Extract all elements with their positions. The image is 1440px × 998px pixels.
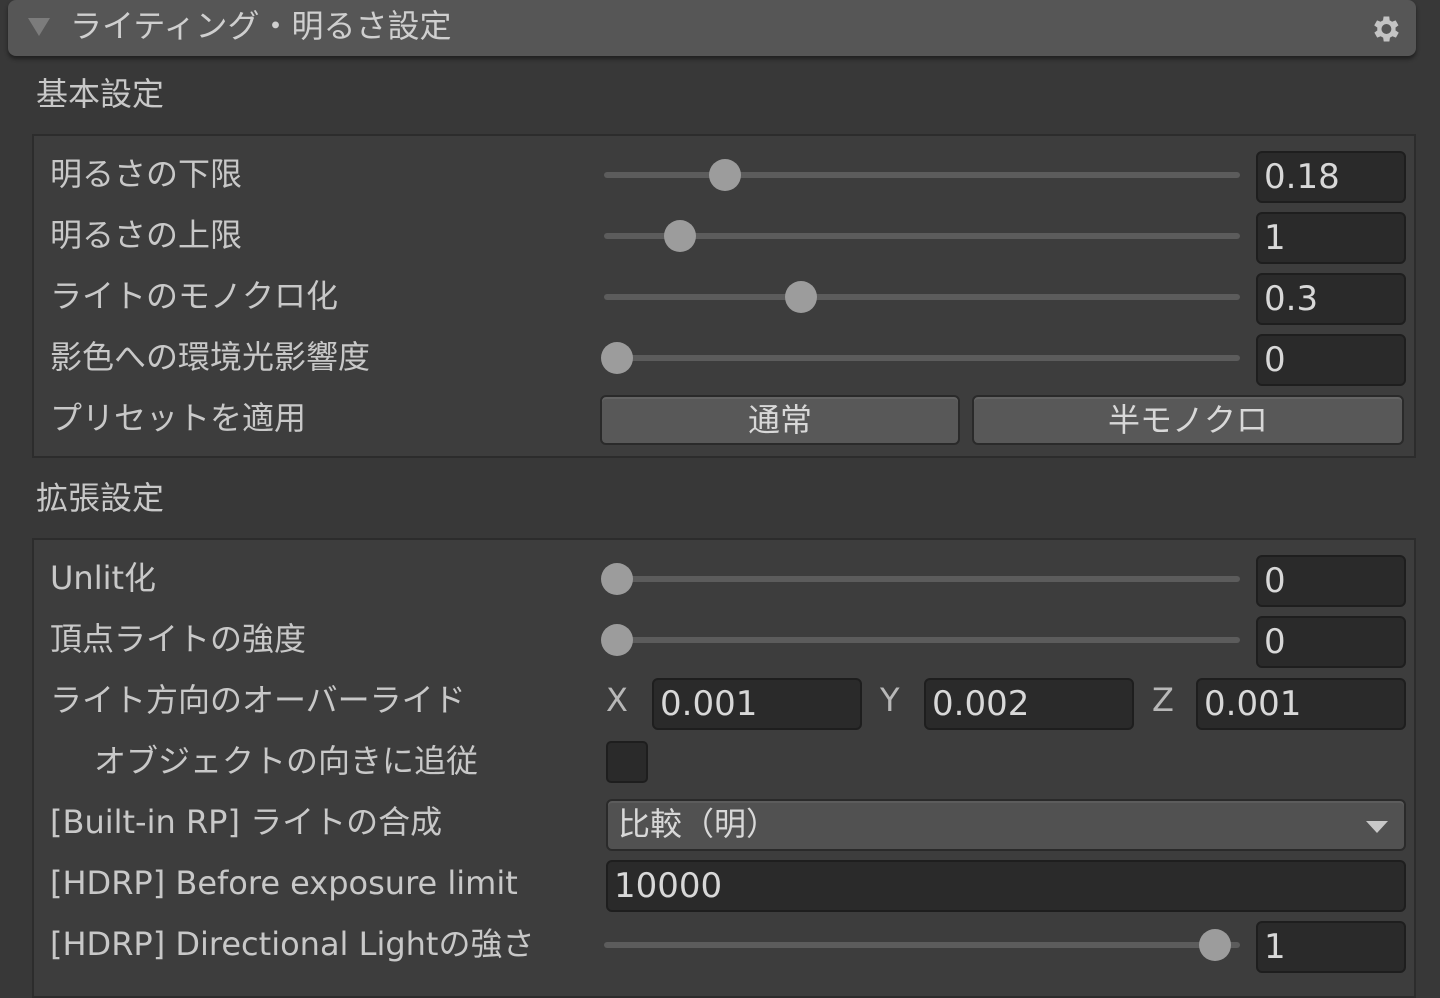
foldout-title: ライティング・明るさ設定 [70,7,452,45]
light-monochrome-label: ライトのモノクロ化 [50,277,339,315]
section-title-basic: 基本設定 [36,75,165,113]
brightness-max-label: 明るさの上限 [50,216,243,254]
axis-x-label: X [606,681,628,719]
follow-object-checkbox[interactable] [606,741,648,783]
vertex-light-row: 頂点ライトの強度 0 [34,609,1414,670]
gear-icon[interactable] [1368,12,1402,46]
slider-thumb[interactable] [708,159,741,191]
direction-x-field[interactable]: 0.001 [652,678,862,730]
light-monochrome-field[interactable]: 0.3 [1256,273,1406,325]
brightness-max-field[interactable]: 1 [1256,212,1406,264]
unlit-slider[interactable] [600,563,1240,595]
brightness-max-row: 明るさの上限 1 [34,205,1414,266]
brightness-min-label: 明るさの下限 [50,155,243,193]
builtin-blend-row: [Built-in RP] ライトの合成 比較（明） [34,792,1414,853]
shadow-ambient-label: 影色への環境光影響度 [50,338,371,376]
slider-thumb[interactable] [1198,929,1231,961]
hdrp-exposure-row: [HDRP] Before exposure limit 10000 [34,853,1414,914]
hdrp-directional-field[interactable]: 1 [1256,921,1406,973]
slider-thumb[interactable] [785,281,818,313]
light-monochrome-slider[interactable] [604,281,1240,313]
brightness-max-slider[interactable] [604,220,1240,252]
shadow-ambient-row: 影色への環境光影響度 0 [34,327,1414,388]
follow-object-row: オブジェクトの向きに追従 [34,731,1414,792]
slider-thumb[interactable] [600,624,633,656]
hdrp-exposure-label: [HDRP] Before exposure limit [50,864,518,902]
preset-normal-button[interactable]: 通常 [600,395,960,445]
basic-settings-group: 明るさの下限 0.18 明るさの上限 1 ライトのモノクロ化 0.3 影色への環… [32,134,1416,458]
vertex-light-label: 頂点ライトの強度 [50,620,307,658]
builtin-blend-label: [Built-in RP] ライトの合成 [50,803,443,841]
hdrp-exposure-field[interactable]: 10000 [606,860,1406,912]
vertex-light-field[interactable]: 0 [1256,616,1406,668]
vertex-light-slider[interactable] [600,624,1240,656]
brightness-min-slider[interactable] [604,159,1240,191]
unlit-row: Unlit化 0 [34,548,1414,609]
foldout-header[interactable]: ライティング・明るさ設定 [8,0,1416,56]
chevron-down-icon [1366,821,1388,833]
triangle-down-icon[interactable] [28,18,50,36]
hdrp-directional-row: [HDRP] Directional Lightの強さ 1 [34,914,1414,975]
dropdown-selected-value: 比較（明） [618,805,779,843]
unlit-label: Unlit化 [50,559,157,597]
advanced-settings-group: Unlit化 0 頂点ライトの強度 0 ライト方向のオーバーライド X 0.00… [32,538,1416,998]
slider-thumb[interactable] [600,563,633,595]
shadow-ambient-slider[interactable] [600,342,1240,374]
unlit-field[interactable]: 0 [1256,555,1406,607]
light-monochrome-row: ライトのモノクロ化 0.3 [34,266,1414,327]
axis-y-label: Y [880,681,900,719]
brightness-min-row: 明るさの下限 0.18 [34,144,1414,205]
light-direction-label: ライト方向のオーバーライド [50,681,466,719]
preset-semi-monochrome-button[interactable]: 半モノクロ [972,395,1404,445]
direction-z-field[interactable]: 0.001 [1196,678,1406,730]
hdrp-directional-label: [HDRP] Directional Lightの強さ [50,925,535,963]
direction-y-field[interactable]: 0.002 [924,678,1134,730]
preset-label: プリセットを適用 [50,399,307,437]
preset-row: プリセットを適用 通常 半モノクロ [34,388,1414,449]
slider-thumb[interactable] [664,220,697,252]
follow-object-label: オブジェクトの向きに追従 [94,742,479,780]
axis-z-label: Z [1152,681,1174,719]
slider-thumb[interactable] [600,342,633,374]
hdrp-directional-slider[interactable] [604,929,1240,961]
light-direction-row: ライト方向のオーバーライド X 0.001 Y 0.002 Z 0.001 [34,670,1414,731]
brightness-min-field[interactable]: 0.18 [1256,151,1406,203]
section-title-advanced: 拡張設定 [36,479,165,517]
shadow-ambient-field[interactable]: 0 [1256,334,1406,386]
builtin-blend-dropdown[interactable]: 比較（明） [606,799,1406,851]
